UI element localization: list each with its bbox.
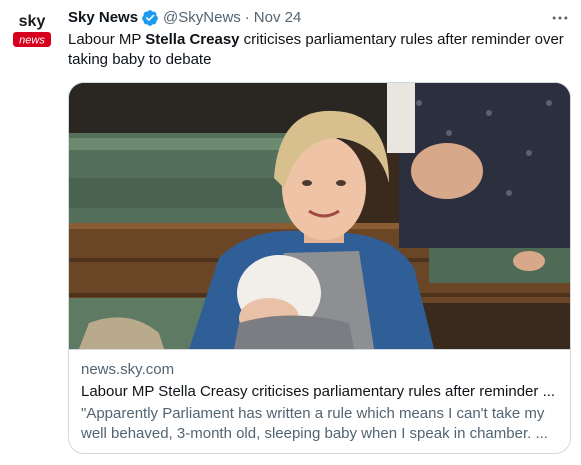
- author-handle[interactable]: @SkyNews: [163, 8, 241, 28]
- card-domain: news.sky.com: [81, 361, 175, 378]
- card-description: "Apparently Parliament has written a rul…: [81, 405, 548, 442]
- avatar-logo-bottom: news: [19, 35, 45, 47]
- tweet-timestamp[interactable]: Nov 24: [254, 8, 302, 28]
- card-title: Labour MP Stella Creasy criticises parli…: [81, 383, 556, 400]
- tweet-text: Labour MP Stella Creasy criticises parli…: [68, 30, 568, 70]
- author-name[interactable]: Sky News: [68, 8, 138, 28]
- tweet[interactable]: sky news Sky News @SkyNews · Nov 24 Labo…: [0, 0, 581, 465]
- avatar-logo-top: sky: [19, 13, 46, 30]
- sky-news-logo: sky news: [8, 6, 56, 54]
- verified-badge-icon: [142, 10, 158, 26]
- link-card[interactable]: news.sky.com Labour MP Stella Creasy cri…: [68, 82, 571, 454]
- tweet-text-mention: Stella Creasy: [145, 31, 240, 48]
- tweet-header: Sky News @SkyNews · Nov 24: [68, 8, 301, 28]
- card-body[interactable]: news.sky.com Labour MP Stella Creasy cri…: [69, 349, 570, 453]
- card-photo: [69, 83, 570, 349]
- separator-dot: ·: [244, 9, 250, 26]
- more-options-icon[interactable]: [548, 8, 572, 28]
- card-image[interactable]: [69, 83, 570, 349]
- tweet-text-before: Labour MP: [68, 31, 146, 48]
- avatar[interactable]: sky news: [8, 6, 56, 54]
